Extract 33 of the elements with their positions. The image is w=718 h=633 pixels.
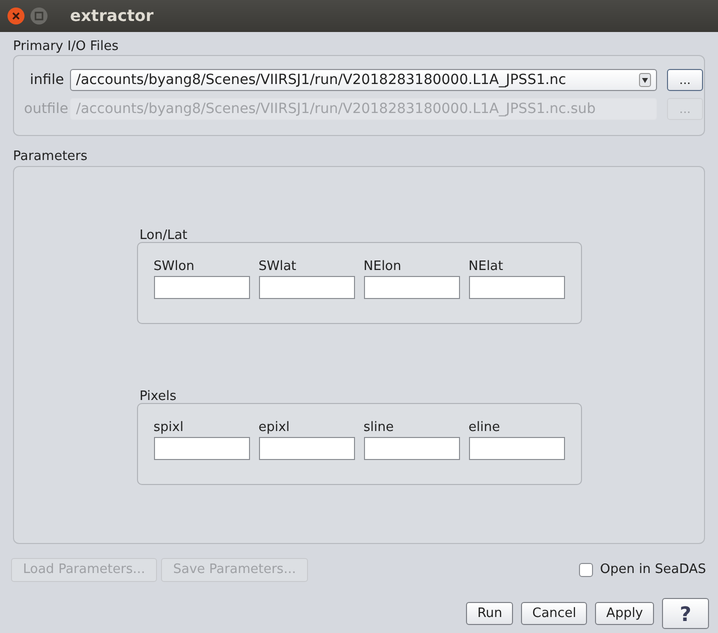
group-title: Lon/Lat xyxy=(138,227,188,242)
file-dropdown[interactable]: /accounts/byang8/Scenes/VIIRSJ1/run/V2018283180000.L1A_JPSS1.nc xyxy=(70,69,657,91)
input-field[interactable] xyxy=(258,276,354,299)
input-field[interactable] xyxy=(468,276,564,299)
field-label: spixl xyxy=(154,420,184,435)
field-label: SWlon xyxy=(154,259,196,274)
field-label: eline xyxy=(468,420,501,435)
minimize-icon[interactable] xyxy=(30,7,48,25)
input-field[interactable] xyxy=(364,276,460,299)
help-button[interactable]: ? xyxy=(662,598,709,629)
field-label: sline xyxy=(364,420,395,435)
input-field[interactable] xyxy=(258,437,354,460)
input-field[interactable] xyxy=(364,437,460,460)
input-field[interactable] xyxy=(154,276,250,299)
group-title: Pixels xyxy=(138,388,178,403)
close-icon[interactable] xyxy=(7,7,25,25)
field-label: infile xyxy=(28,70,64,90)
field-label: SWlat xyxy=(258,259,298,274)
caret-icon xyxy=(639,73,651,87)
section-title: Parameters xyxy=(13,148,88,163)
action-button[interactable]: Apply xyxy=(595,602,654,625)
field-label: NElon xyxy=(364,259,402,274)
window-title: extractor xyxy=(70,5,154,27)
checkbox[interactable] xyxy=(579,563,594,577)
action-button[interactable]: Cancel xyxy=(521,602,588,625)
section-title: Primary I/O Files xyxy=(13,38,120,53)
browse-button[interactable]: ... xyxy=(667,69,703,91)
field-label: NElat xyxy=(468,259,504,274)
field-label: epixl xyxy=(258,420,291,435)
action-button[interactable]: Run xyxy=(466,602,514,625)
checkbox-label: Open in SeaDAS xyxy=(600,561,706,580)
input-field[interactable] xyxy=(468,437,564,460)
input-field[interactable] xyxy=(154,437,250,460)
